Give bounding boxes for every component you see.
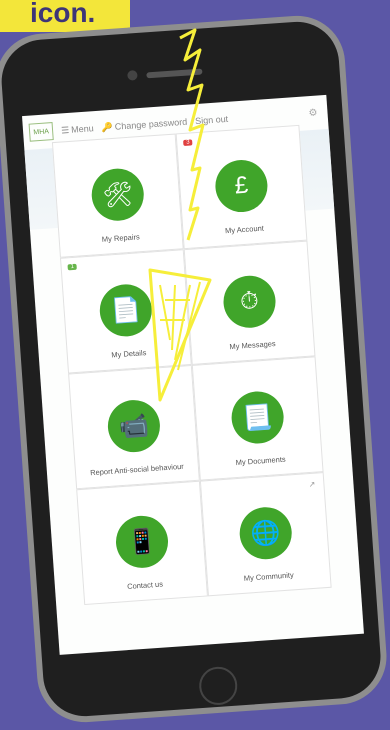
change-password-link[interactable]: 🔑 Change password bbox=[101, 116, 187, 133]
change-password-label: Change password bbox=[114, 116, 188, 132]
camera-icon bbox=[127, 70, 138, 81]
tile-label: My Details bbox=[111, 348, 147, 360]
logo: MHA bbox=[28, 122, 54, 142]
notification-badge: 1 bbox=[67, 263, 78, 271]
tile-contact-us[interactable]: 📱 Contact us bbox=[76, 480, 208, 606]
cctv-camera-icon: 📹 bbox=[106, 398, 162, 454]
sign-out-label: Sign out bbox=[194, 113, 229, 127]
external-link-icon: ↗ bbox=[308, 479, 316, 490]
tile-my-messages[interactable]: ⏱ My Messages bbox=[183, 240, 316, 365]
phone-body: MHA ☰ Menu 🔑 Change password Sign out ⚙ … bbox=[0, 12, 390, 726]
tile-label: My Community bbox=[243, 570, 294, 583]
key-icon: 🔑 bbox=[101, 121, 114, 133]
tile-label: My Documents bbox=[235, 454, 286, 468]
app-screen: MHA ☰ Menu 🔑 Change password Sign out ⚙ … bbox=[22, 94, 364, 655]
stopwatch-icon: ⏱ bbox=[221, 274, 278, 330]
tile-report-asb[interactable]: 📹 Report Anti-social behaviour bbox=[68, 364, 200, 490]
tile-label: My Messages bbox=[229, 339, 276, 352]
menu-icon: ☰ bbox=[60, 124, 70, 135]
pound-house-icon: £ bbox=[213, 158, 270, 214]
phone-mockup: MHA ☰ Menu 🔑 Change password Sign out ⚙ … bbox=[0, 6, 390, 730]
phone-chat-icon: 📱 bbox=[114, 514, 170, 570]
menu-link[interactable]: ☰ Menu bbox=[61, 123, 94, 136]
gear-icon[interactable]: ⚙ bbox=[308, 107, 318, 119]
tile-label: My Repairs bbox=[101, 232, 141, 244]
tile-label: Report Anti-social behaviour bbox=[89, 461, 185, 478]
tile-label: My Account bbox=[224, 223, 265, 236]
tile-my-repairs[interactable]: 🛠 My Repairs bbox=[51, 133, 184, 258]
tile-my-details[interactable]: 1 📄 My Details bbox=[59, 249, 192, 374]
tile-my-documents[interactable]: 📃 My Documents bbox=[191, 356, 324, 481]
tile-my-account[interactable]: 3 £ My Account bbox=[175, 124, 308, 250]
speaker-grille bbox=[146, 68, 203, 79]
notification-badge: 3 bbox=[183, 139, 193, 146]
tile-label: Contact us bbox=[126, 579, 164, 591]
home-button[interactable] bbox=[197, 665, 239, 707]
sign-out-link[interactable]: Sign out bbox=[195, 114, 229, 126]
menu-label: Menu bbox=[70, 123, 94, 135]
tools-icon: 🛠 bbox=[89, 166, 146, 223]
tile-my-community[interactable]: ↗ 🌐 My Community bbox=[199, 472, 332, 597]
globe-people-icon: 🌐 bbox=[237, 505, 294, 561]
document-icon: 📃 bbox=[229, 389, 286, 446]
document-user-icon: 📄 bbox=[98, 282, 154, 339]
tile-grid: 🛠 My Repairs 3 £ My Account 1 📄 My Detai… bbox=[51, 124, 332, 606]
